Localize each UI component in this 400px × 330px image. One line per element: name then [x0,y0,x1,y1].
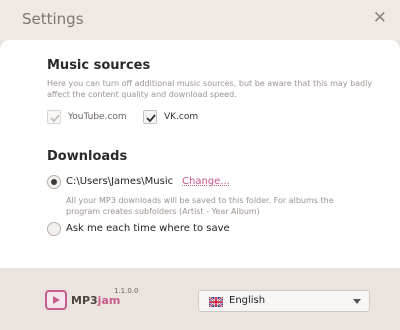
check-icon [50,114,60,123]
vk-checkbox[interactable] [143,110,157,124]
language-select[interactable]: English [198,290,370,312]
mp3jam-logo-icon [45,290,67,310]
change-folder-link[interactable]: Change... [182,176,230,187]
ask-each-time-label: Ask me each time where to save [66,223,230,234]
radio-selected-dot [51,179,57,185]
language-label: English [229,295,266,306]
download-folder-note: All your MP3 downloads will be saved to … [66,196,334,216]
uk-flag-icon [209,297,223,307]
music-sources-description: Here you can turn off additional music s… [47,79,373,99]
vk-label: VK.com [164,112,199,122]
ask-each-time-radio[interactable] [47,222,61,236]
music-sources-heading: Music sources [47,58,151,73]
youtube-checkbox[interactable] [47,110,61,124]
window-title: Settings [22,10,84,28]
app-version: 1.1.0.0 [114,287,139,295]
save-to-folder-radio[interactable] [47,175,61,189]
download-folder-path: C:\Users\James\Music [66,176,174,187]
title-bar: Settings ✕ [0,0,400,40]
app-logo: MP3jam [71,294,120,307]
check-icon [146,114,156,123]
settings-panel: Music sources Here you can turn off addi… [0,40,400,268]
downloads-heading: Downloads [47,149,128,164]
youtube-label: YouTube.com [68,112,127,122]
close-icon[interactable]: ✕ [373,8,387,28]
logo-mp3-text: MP3 [71,294,98,307]
chevron-down-icon [353,299,361,304]
logo-jam-text: jam [97,294,121,307]
